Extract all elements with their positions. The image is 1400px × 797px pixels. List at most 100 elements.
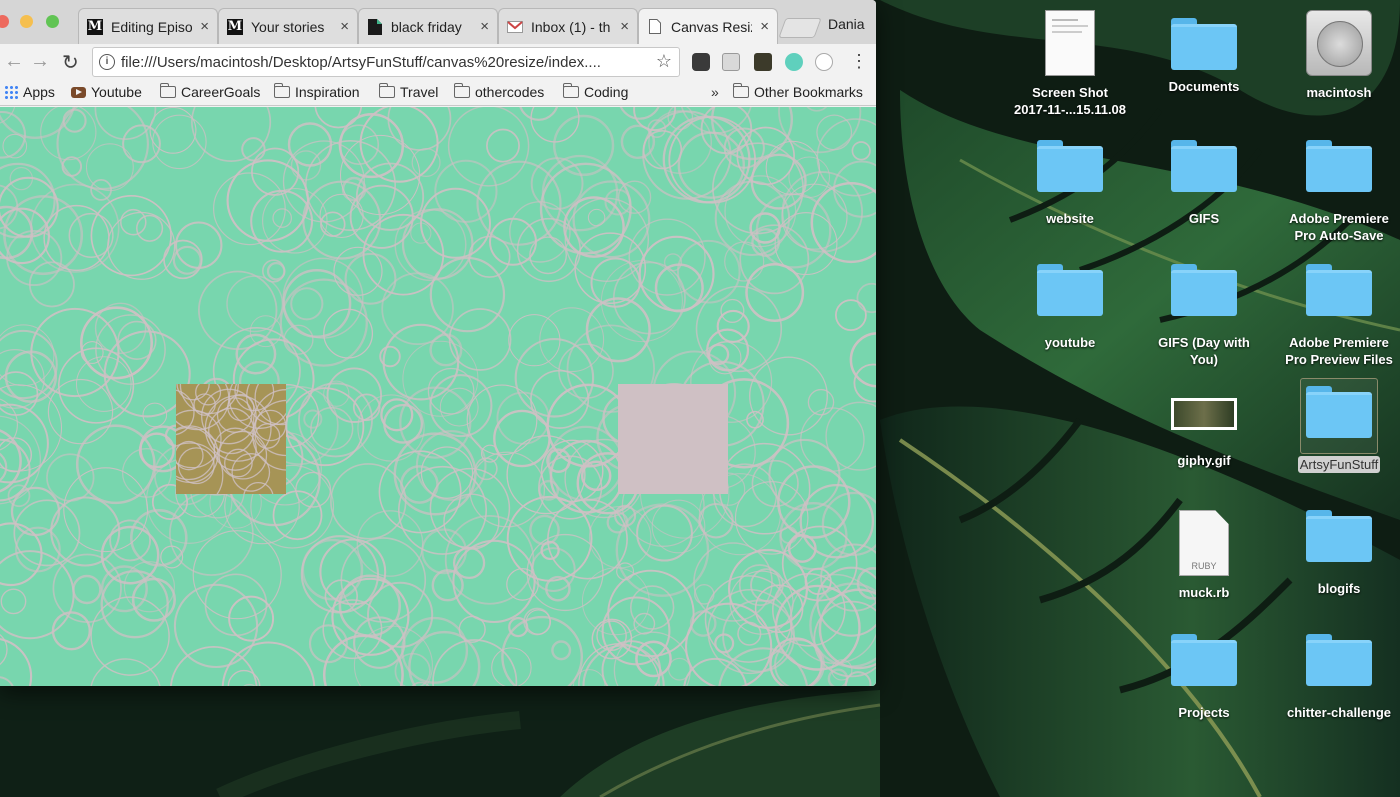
back-icon[interactable]: ←	[4, 50, 24, 73]
desktop-icon-adobe-premiere-pro-auto-save[interactable]: Adobe Premiere Pro Auto-Save	[1274, 140, 1400, 245]
reload-icon[interactable]: ↻	[62, 50, 79, 75]
canvas-square-left	[176, 384, 286, 494]
desktop-icon-blogifs[interactable]: blogifs	[1274, 510, 1400, 598]
desktop-icon-label: Adobe Premiere Pro Preview Files	[1283, 334, 1395, 368]
menu-icon[interactable]: ⋮	[850, 51, 868, 72]
tab-title: Canvas Resiz	[671, 18, 753, 35]
close-tab-icon[interactable]: ×	[480, 18, 489, 35]
bookmark-label: Youtube	[91, 84, 142, 100]
desktop-icon-chitter-challenge[interactable]: chitter-challenge	[1274, 634, 1400, 722]
desktop-icon-label: chitter-challenge	[1285, 704, 1393, 721]
address-bar[interactable]: i file:///Users/macintosh/Desktop/ArtsyF…	[92, 47, 680, 77]
circle-extension-icon[interactable]	[815, 53, 833, 71]
bookmark-apps[interactable]: Apps	[4, 84, 55, 100]
bookmark-coding[interactable]: Coding	[563, 83, 629, 100]
new-tab-button[interactable]	[778, 18, 822, 38]
folder-icon	[379, 83, 395, 98]
tab-editing-episode[interactable]: M Editing Episo ×	[78, 8, 218, 44]
close-window-button[interactable]	[0, 15, 9, 28]
folder-icon	[1306, 264, 1372, 316]
folder-icon	[1306, 634, 1372, 686]
bookmark-travel[interactable]: Travel	[379, 83, 439, 100]
profile-name[interactable]: Dania	[828, 16, 865, 32]
close-tab-icon[interactable]: ×	[620, 18, 629, 35]
folder-icon	[1171, 264, 1237, 316]
close-tab-icon[interactable]: ×	[200, 18, 209, 35]
info-icon[interactable]: i	[99, 54, 115, 70]
desktop-icon-artsyfunstuff[interactable]: ArtsyFunStuff	[1274, 386, 1400, 474]
ruby-file-icon: RUBY	[1179, 510, 1229, 576]
bookmark-label: CareerGoals	[181, 84, 261, 100]
desktop-icon-label-line: youtube	[1044, 335, 1096, 350]
desktop-icon-macintosh[interactable]: macintosh	[1274, 10, 1400, 102]
bookmark-label: Coding	[584, 84, 629, 100]
desktop-icon-projects[interactable]: Projects	[1139, 634, 1269, 722]
desktop-icon-website[interactable]: website	[1005, 140, 1135, 228]
folder-icon	[1037, 140, 1103, 192]
bookmark-careergoals[interactable]: CareerGoals	[160, 83, 261, 100]
apps-grid-icon	[4, 85, 18, 99]
browser-toolbar: ← → ↻ i file:///Users/macintosh/Desktop/…	[0, 44, 876, 80]
bookmark-inspiration[interactable]: Inspiration	[274, 83, 360, 100]
desktop-icon-label-line: blogifs	[1317, 581, 1361, 596]
bookmark-label: Apps	[23, 84, 55, 100]
bookmark-label: othercodes	[475, 84, 545, 100]
url-text[interactable]: file:///Users/macintosh/Desktop/ArtsyFun…	[121, 54, 641, 71]
desktop-icon-label-line: muck.rb	[1178, 585, 1230, 600]
desktop-icon-label-line: Pro Auto-Save	[1294, 228, 1384, 243]
folder-icon	[1306, 510, 1372, 562]
bookmarks-overflow-icon[interactable]: »	[711, 84, 719, 100]
tab-black-friday[interactable]: black friday ×	[358, 8, 498, 44]
folder-icon	[1306, 140, 1372, 192]
bookmark-youtube[interactable]: Youtube	[71, 84, 142, 100]
desktop-icon-label-line: You)	[1190, 352, 1218, 367]
bookmark-label: Inspiration	[295, 84, 360, 100]
bookmark-star-icon[interactable]: ☆	[656, 51, 672, 72]
pocket-extension-icon[interactable]	[692, 53, 710, 71]
desktop-icon-adobe-premiere-pro-preview-files[interactable]: Adobe Premiere Pro Preview Files	[1274, 264, 1400, 369]
tab-strip: M Editing Episo × M Your stories × black…	[0, 0, 876, 44]
mail-extension-icon[interactable]	[722, 53, 740, 71]
desktop-icon-screen-shot-2017-11-15-11-08[interactable]: Screen Shot 2017-11-...15.11.08	[1005, 10, 1135, 119]
color-extension-icon[interactable]	[785, 53, 803, 71]
desktop-icon-documents[interactable]: Documents	[1139, 10, 1269, 96]
tab-title: Inbox (1) - th	[531, 18, 611, 35]
desktop-icon-label: macintosh	[1304, 84, 1373, 101]
youtube-icon	[71, 86, 86, 98]
fullscreen-window-button[interactable]	[46, 15, 59, 28]
tab-your-stories[interactable]: M Your stories ×	[218, 8, 358, 44]
desktop-icon-gifs-day-with-you[interactable]: GIFS (Day with You)	[1139, 264, 1269, 369]
desktop-icon-label: ArtsyFunStuff	[1297, 456, 1381, 473]
desktop-icon-label-line: Screen Shot	[1032, 85, 1108, 100]
minimize-window-button[interactable]	[20, 15, 33, 28]
medium-icon: M	[227, 18, 243, 35]
medium-icon: M	[87, 18, 103, 35]
close-tab-icon[interactable]: ×	[340, 18, 349, 35]
bookmark-othercodes[interactable]: othercodes	[454, 83, 545, 100]
close-tab-icon[interactable]: ×	[760, 18, 769, 35]
desktop-icon-label-line: ArtsyFunStuff	[1299, 457, 1379, 472]
tab-inbox[interactable]: Inbox (1) - th ×	[498, 8, 638, 44]
bookmark-other-bookmarks[interactable]: Other Bookmarks	[733, 83, 863, 100]
desktop-icon-label-line: giphy.gif	[1177, 453, 1231, 468]
desktop-icon-gifs[interactable]: GIFS	[1139, 140, 1269, 228]
desktop-icon-label: Documents	[1167, 78, 1242, 95]
desktop-icon-label-line: Pro Preview Files	[1285, 352, 1393, 367]
tab-canvas-resize[interactable]: Canvas Resiz ×	[638, 8, 778, 44]
tab-title: black friday	[391, 18, 462, 35]
desktop-icon-label: Adobe Premiere Pro Auto-Save	[1287, 210, 1391, 244]
folder-icon	[160, 83, 176, 98]
desktop-icon-label: GIFS	[1187, 210, 1221, 227]
desktop-icon-label-line: Adobe Premiere	[1289, 335, 1389, 350]
bookmark-label: Travel	[400, 84, 439, 100]
image-extension-icon[interactable]	[754, 53, 772, 71]
forward-icon[interactable]: →	[30, 50, 50, 73]
tab-title: Editing Episo	[111, 18, 193, 35]
desktop-icon-youtube[interactable]: youtube	[1005, 264, 1135, 352]
desktop-icon-muck-rb[interactable]: RUBY muck.rb	[1139, 510, 1269, 602]
desktop-icon-label: Screen Shot 2017-11-...15.11.08	[1012, 84, 1128, 118]
desktop-icon-label: blogifs	[1316, 580, 1363, 597]
desktop-icon-label-line: Documents	[1168, 79, 1240, 94]
desktop-icon-label-line: macintosh	[1306, 85, 1372, 100]
desktop-icon-giphy-gif[interactable]: giphy.gif	[1139, 386, 1269, 470]
